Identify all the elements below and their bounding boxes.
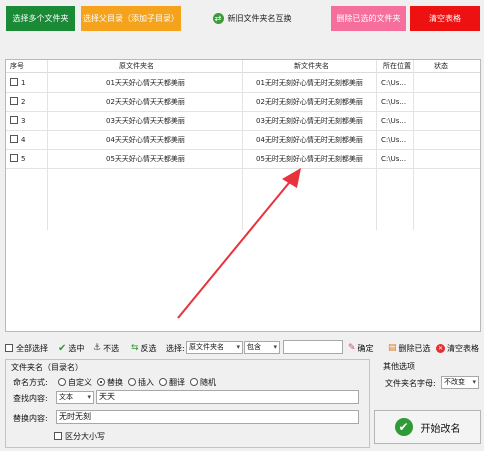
checkbox-icon (54, 432, 62, 440)
mode-label: 命名方式: (13, 378, 48, 387)
mode-custom-label: 自定义 (68, 378, 92, 387)
mode-random-label: 随机 (200, 378, 216, 387)
select-label: 选中 (68, 343, 85, 353)
select-parent-label: 选择父目录（添加子目录） (83, 14, 179, 23)
find-label: 查找内容: (13, 394, 48, 403)
mode-replace-label: 替换 (107, 378, 123, 387)
clear-table-label: 清空表格 (429, 14, 461, 23)
replace-input[interactable]: 无时无刻 (56, 410, 359, 424)
mode-radio-replace[interactable]: 替换 (97, 377, 123, 388)
case-sensitive-checkbox[interactable]: 区分大小写 (54, 431, 105, 442)
arrow-shaft (177, 177, 294, 319)
start-rename-button[interactable]: ✔ 开始改名 (374, 410, 481, 444)
eraser-icon: ✎ (348, 343, 356, 353)
check-circle-icon: ✔ (58, 342, 67, 354)
filter-input[interactable] (283, 340, 343, 354)
clear-table-button[interactable]: 清空表格 (410, 6, 480, 31)
confirm-button[interactable]: ✎ 确定 (348, 339, 374, 357)
delete-selected-folders-label: 删除已选的文件夹 (336, 14, 401, 23)
mode-insert-label: 插入 (138, 378, 154, 387)
mode-translate-label: 翻译 (169, 378, 185, 387)
find-input-value: 天天 (99, 392, 115, 401)
column-select-value: 原文件夹名 (189, 343, 224, 351)
find-type-select[interactable]: 文本 (56, 391, 94, 404)
swap-icon: ⇄ (212, 13, 224, 24)
swap-names-label: 新旧文件夹名互换 (227, 14, 292, 23)
rename-panel-title: 文件夹名（目录名） (11, 363, 83, 372)
mode-radio-translate[interactable]: 翻译 (159, 377, 185, 388)
invert-button[interactable]: ⇆ 反选 (131, 339, 157, 357)
rename-panel: 文件夹名（目录名） 命名方式: 自定义 替换 插入 翻译 随机 查找内容: 文本… (5, 359, 370, 448)
case-sensitive-label: 区分大小写 (65, 432, 105, 441)
delete-document-icon: ▤ (388, 343, 397, 353)
unselect-button[interactable]: ⚓ 不选 (93, 339, 119, 357)
mode-radio-insert[interactable]: 插入 (128, 377, 154, 388)
mode-select[interactable]: 包含 (244, 341, 280, 354)
select-files-button[interactable]: 选择多个文件夹 (6, 6, 75, 31)
start-rename-label: 开始改名 (420, 423, 461, 435)
column-select[interactable]: 原文件夹名 (186, 341, 243, 354)
filter-bar: 全部选择 ✔选中 ⚓不选 ⇆反选 选择: 原文件夹名 包含 ✎确定 ▤删除已选 … (5, 339, 481, 357)
mode-select-value: 包含 (247, 343, 261, 351)
radio-icon (58, 378, 66, 386)
invert-icon: ⇆ (131, 343, 139, 353)
unselect-label: 不选 (103, 343, 120, 353)
delete-selected-folders-button[interactable]: 删除已选的文件夹 (331, 6, 406, 31)
mode-radio-custom[interactable]: 自定义 (58, 377, 92, 388)
annotation-arrow (177, 168, 301, 319)
replace-input-value: 无时无刻 (59, 412, 91, 421)
radio-icon (159, 378, 167, 386)
radio-icon (190, 378, 198, 386)
check-icon: ✔ (394, 418, 413, 436)
case-select[interactable]: 不改变 (441, 376, 479, 389)
select-files-label: 选择多个文件夹 (12, 14, 69, 23)
delete-selected-label: 删除已选 (398, 343, 431, 353)
select-all-label: 全部选择 (16, 343, 48, 353)
anchor-icon: ⚓ (93, 343, 102, 353)
select-parent-button[interactable]: 选择父目录（添加子目录） (81, 6, 181, 31)
invert-label: 反选 (140, 343, 157, 353)
choose-label: 选择: (166, 343, 185, 353)
select-button[interactable]: ✔ 选中 (58, 339, 84, 357)
clear-table-small-button[interactable]: ✕ 清空表格 (436, 339, 479, 357)
case-select-value: 不改变 (444, 378, 465, 386)
find-input[interactable]: 天天 (96, 390, 359, 404)
mode-radio-random[interactable]: 随机 (190, 377, 216, 388)
case-label: 文件夹名字母: (385, 379, 436, 388)
clear-table-small-label: 清空表格 (447, 343, 479, 353)
other-options-title: 其他选项 (383, 362, 415, 371)
replace-label: 替换内容: (13, 414, 48, 423)
checkbox-icon (5, 344, 13, 352)
arrow-head (282, 168, 301, 188)
file-table[interactable]: 序号 原文件夹名 新文件夹名 所在位置 状态 1 01天天好心情天天都美丽 01… (5, 59, 481, 332)
close-circle-icon: ✕ (436, 343, 445, 353)
swap-names-button[interactable]: ⇄ 新旧文件夹名互换 (208, 6, 296, 31)
confirm-label: 确定 (357, 343, 374, 353)
select-all-checkbox[interactable]: 全部选择 (5, 339, 48, 357)
radio-icon (128, 378, 136, 386)
find-type-value: 文本 (59, 393, 73, 401)
radio-selected-icon (97, 378, 105, 386)
delete-selected-button[interactable]: ▤ 删除已选 (388, 339, 431, 357)
